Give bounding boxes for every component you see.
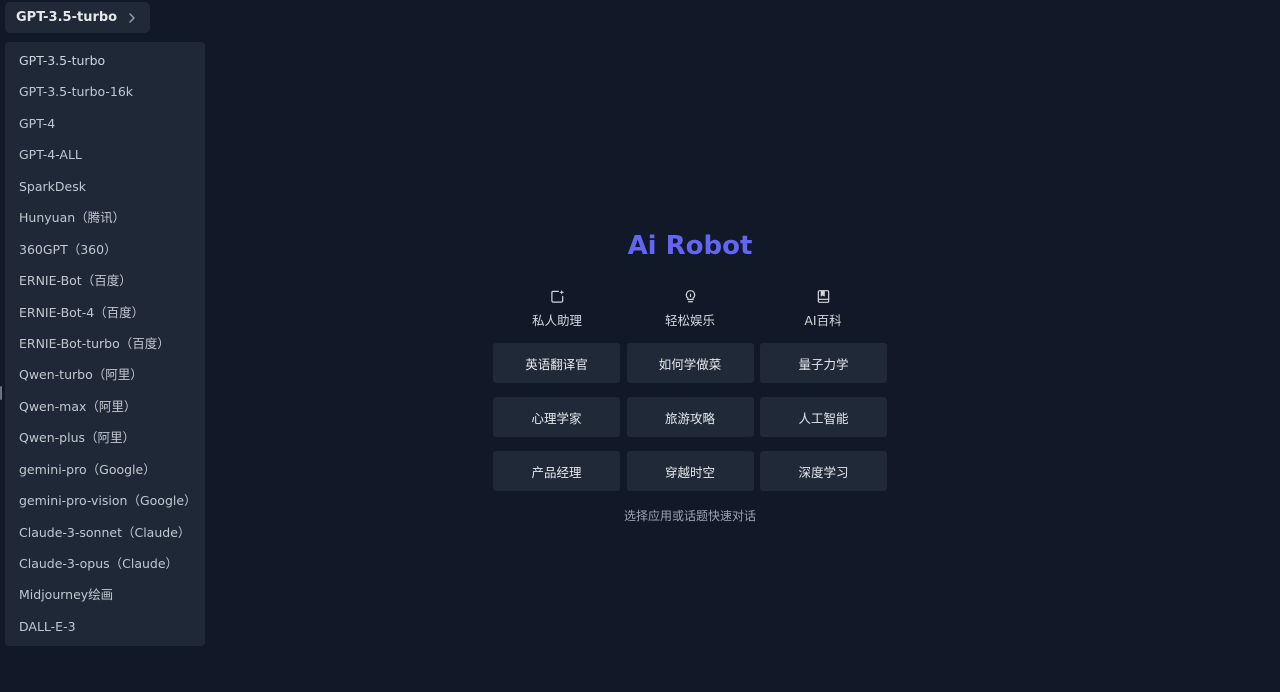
model-dropdown-menu: GPT-3.5-turbo GPT-3.5-turbo-16k GPT-4 GP… — [5, 42, 205, 646]
topic-tile[interactable]: 人工智能 — [760, 397, 887, 437]
model-option[interactable]: ERNIE-Bot（百度） — [5, 265, 205, 296]
category-ai-encyclopedia[interactable]: AI百科 — [759, 288, 887, 329]
model-option[interactable]: ERNIE-Bot-turbo（百度） — [5, 328, 205, 359]
model-option[interactable]: gemini-pro（Google） — [5, 454, 205, 485]
page-title: Ai Robot — [627, 231, 753, 261]
model-option[interactable]: 360GPT（360） — [5, 234, 205, 265]
sparkle-edit-icon — [549, 288, 565, 304]
category-row: 私人助理 轻松娱乐 AI百科 — [493, 288, 887, 329]
category-personal-assistant[interactable]: 私人助理 — [493, 288, 621, 329]
chevron-right-icon — [126, 12, 138, 24]
model-option[interactable]: ERNIE-Bot-4（百度） — [5, 297, 205, 328]
model-option[interactable]: SparkDesk — [5, 171, 205, 202]
model-option[interactable]: Midjourney绘画 — [5, 579, 205, 610]
model-option[interactable]: Claude-3-opus（Claude） — [5, 548, 205, 579]
category-label: 私人助理 — [531, 313, 582, 328]
model-option[interactable]: GPT-3.5-turbo — [5, 45, 205, 76]
topic-tile[interactable]: 旅游攻略 — [626, 397, 754, 437]
model-option[interactable]: GPT-4-ALL — [5, 139, 205, 170]
lightbulb-icon — [682, 288, 698, 304]
category-label: AI百科 — [804, 313, 842, 328]
model-option[interactable]: Qwen-plus（阿里） — [5, 422, 205, 453]
book-icon — [815, 288, 831, 304]
topic-tile[interactable]: 量子力学 — [760, 343, 887, 383]
model-option[interactable]: Qwen-turbo（阿里） — [5, 359, 205, 390]
topic-tile[interactable]: 产品经理 — [493, 451, 620, 491]
topic-tile[interactable]: 如何学做菜 — [626, 343, 754, 383]
model-option[interactable]: gemini-pro-vision（Google） — [5, 485, 205, 516]
model-option[interactable]: DALL-E-3 — [5, 611, 205, 642]
topic-tile[interactable]: 英语翻译官 — [493, 343, 620, 383]
model-option[interactable]: GPT-3.5-turbo-16k — [5, 76, 205, 107]
welcome-panel: Ai Robot 私人助理 轻松娱乐 AI百科 英语翻译官 如何学做菜 量子力学… — [493, 226, 887, 524]
category-label: 轻松娱乐 — [664, 313, 715, 328]
sidebar-collapse-handle[interactable] — [0, 386, 2, 400]
topic-tile[interactable]: 深度学习 — [760, 451, 887, 491]
topic-tile[interactable]: 穿越时空 — [626, 451, 754, 491]
quick-start-hint: 选择应用或话题快速对话 — [623, 509, 756, 523]
model-option[interactable]: Qwen-max（阿里） — [5, 391, 205, 422]
topic-tile[interactable]: 心理学家 — [493, 397, 620, 437]
topic-grid: 英语翻译官 如何学做菜 量子力学 心理学家 旅游攻略 人工智能 产品经理 穿越时… — [493, 343, 887, 491]
model-selector-button[interactable]: GPT-3.5-turbo — [5, 2, 151, 33]
model-option[interactable]: Claude-3-sonnet（Claude） — [5, 517, 205, 548]
selected-model-label: GPT-3.5-turbo — [16, 10, 118, 25]
model-option[interactable]: Hunyuan（腾讯） — [5, 202, 205, 233]
category-entertainment[interactable]: 轻松娱乐 — [626, 288, 754, 329]
model-option[interactable]: GPT-4 — [5, 108, 205, 139]
